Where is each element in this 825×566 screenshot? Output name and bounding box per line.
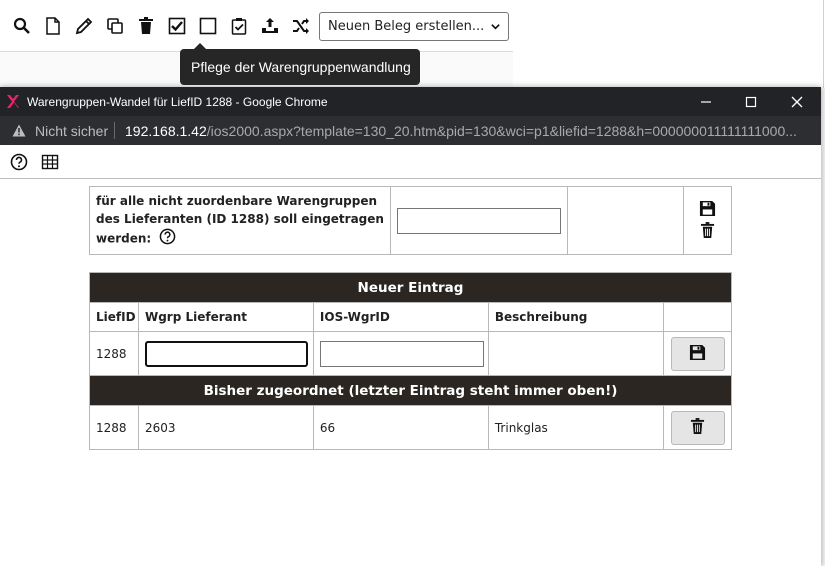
column-header-row: LiefID Wgrp Lieferant IOS-WgrID Beschrei… bbox=[89, 302, 732, 332]
default-mapping-label-cell: für alle nicht zuordenbare Warengruppen … bbox=[88, 186, 392, 255]
tooltip-arrow bbox=[194, 43, 206, 49]
new-entry-liefid: 1288 bbox=[89, 331, 139, 376]
new-document-select[interactable]: Neuen Beleg erstellen... bbox=[319, 12, 509, 41]
main-toolbar: Neuen Beleg erstellen... bbox=[0, 0, 513, 52]
address-bar[interactable]: Nicht sicher 192.168.1.42/ios2000.aspx?t… bbox=[0, 116, 821, 145]
help-icon[interactable] bbox=[10, 153, 28, 171]
trash-icon bbox=[690, 417, 705, 438]
trash-icon[interactable] bbox=[700, 221, 716, 242]
url-text[interactable]: 192.168.1.42/ios2000.aspx?template=130_2… bbox=[125, 123, 815, 139]
column-header-actions bbox=[663, 302, 732, 332]
warning-icon bbox=[12, 124, 26, 140]
new-document-icon[interactable] bbox=[41, 14, 65, 38]
default-mapping-input-cell bbox=[390, 186, 569, 255]
default-wgrp-input[interactable] bbox=[397, 207, 562, 234]
column-header-wgrp: Wgrp Lieferant bbox=[137, 302, 314, 332]
save-icon[interactable] bbox=[699, 200, 717, 220]
divider bbox=[823, 0, 824, 88]
new-entry-beschreibung bbox=[487, 331, 665, 376]
assigned-header-row: Bisher zugeordnet (letzter Eintrag steht… bbox=[89, 375, 732, 406]
search-icon[interactable] bbox=[10, 14, 34, 38]
wgrp-lieferant-input[interactable] bbox=[144, 340, 308, 367]
select-value: Neuen Beleg erstellen... bbox=[328, 19, 485, 34]
window-title: Warengruppen-Wandel für LiefID 1288 - Go… bbox=[27, 95, 328, 109]
save-button[interactable] bbox=[670, 336, 725, 371]
minimize-icon[interactable] bbox=[683, 87, 729, 116]
delete-button[interactable] bbox=[670, 410, 725, 445]
new-entry-heading: Neuer Eintrag bbox=[89, 272, 732, 303]
new-entry-row: 1288 bbox=[89, 331, 732, 376]
export-icon[interactable] bbox=[258, 14, 282, 38]
checkbox-empty-icon[interactable] bbox=[196, 14, 220, 38]
background-area bbox=[513, 0, 825, 88]
help-icon[interactable] bbox=[159, 228, 176, 250]
new-entry-ios-cell bbox=[312, 331, 489, 376]
new-entry-wgrp-cell bbox=[137, 331, 314, 376]
popup-window: Warengruppen-Wandel für LiefID 1288 - Go… bbox=[0, 87, 821, 566]
close-icon[interactable] bbox=[774, 87, 820, 116]
trash-icon[interactable] bbox=[134, 14, 158, 38]
checkbox-checked-icon[interactable] bbox=[165, 14, 189, 38]
empty-cell bbox=[567, 186, 685, 255]
tooltip-text: Pflege der Warengruppenwandlung bbox=[191, 59, 411, 75]
url-host: 192.168.1.42 bbox=[125, 123, 207, 139]
address-separator bbox=[114, 122, 115, 139]
window-titlebar: Warengruppen-Wandel für LiefID 1288 - Go… bbox=[0, 87, 821, 116]
new-entry-actions bbox=[663, 331, 732, 376]
clipboard-check-icon[interactable] bbox=[227, 14, 251, 38]
default-mapping-actions bbox=[683, 186, 732, 255]
default-mapping-label: für alle nicht zuordenbare Warengruppen … bbox=[96, 193, 384, 246]
row-beschreibung: Trinkglas bbox=[487, 405, 665, 450]
default-mapping-row: für alle nicht zuordenbare Warengruppen … bbox=[88, 186, 732, 255]
page-toolbar bbox=[0, 145, 821, 179]
new-entry-header-row: Neuer Eintrag bbox=[89, 272, 732, 303]
tooltip: Pflege der Warengruppenwandlung bbox=[180, 43, 420, 85]
default-mapping-table: für alle nicht zuordenbare Warengruppen … bbox=[88, 186, 732, 255]
column-header-beschreibung: Beschreibung bbox=[487, 302, 665, 332]
pencil-icon[interactable] bbox=[72, 14, 96, 38]
save-icon bbox=[689, 344, 706, 364]
mapping-table: Neuer Eintrag LiefID Wgrp Lieferant IOS-… bbox=[89, 272, 732, 450]
chevron-down-icon bbox=[490, 21, 501, 36]
security-label[interactable]: Nicht sicher bbox=[35, 123, 108, 139]
assigned-heading: Bisher zugeordnet (letzter Eintrag steht… bbox=[89, 375, 732, 406]
screen: Neuen Beleg erstellen... Pflege der Ware… bbox=[0, 0, 825, 566]
column-header-ios-wgrid: IOS-WgrID bbox=[312, 302, 489, 332]
row-actions bbox=[663, 405, 732, 450]
row-ios-wgrid: 66 bbox=[312, 405, 489, 450]
row-liefid: 1288 bbox=[89, 405, 139, 450]
shuffle-icon[interactable] bbox=[289, 14, 313, 38]
column-header-liefid: LiefID bbox=[89, 302, 139, 332]
table-row: 1288 2603 66 Trinkglas bbox=[89, 405, 732, 450]
table-grid-icon[interactable] bbox=[41, 153, 59, 171]
maximize-icon[interactable] bbox=[728, 87, 774, 116]
url-path: /ios2000.aspx?template=130_20.htm&pid=13… bbox=[206, 123, 797, 139]
app-logo-icon bbox=[6, 94, 20, 109]
ios-wgrid-input[interactable] bbox=[319, 340, 484, 367]
row-wgrp: 2603 bbox=[137, 405, 314, 450]
copy-icon[interactable] bbox=[103, 14, 127, 38]
